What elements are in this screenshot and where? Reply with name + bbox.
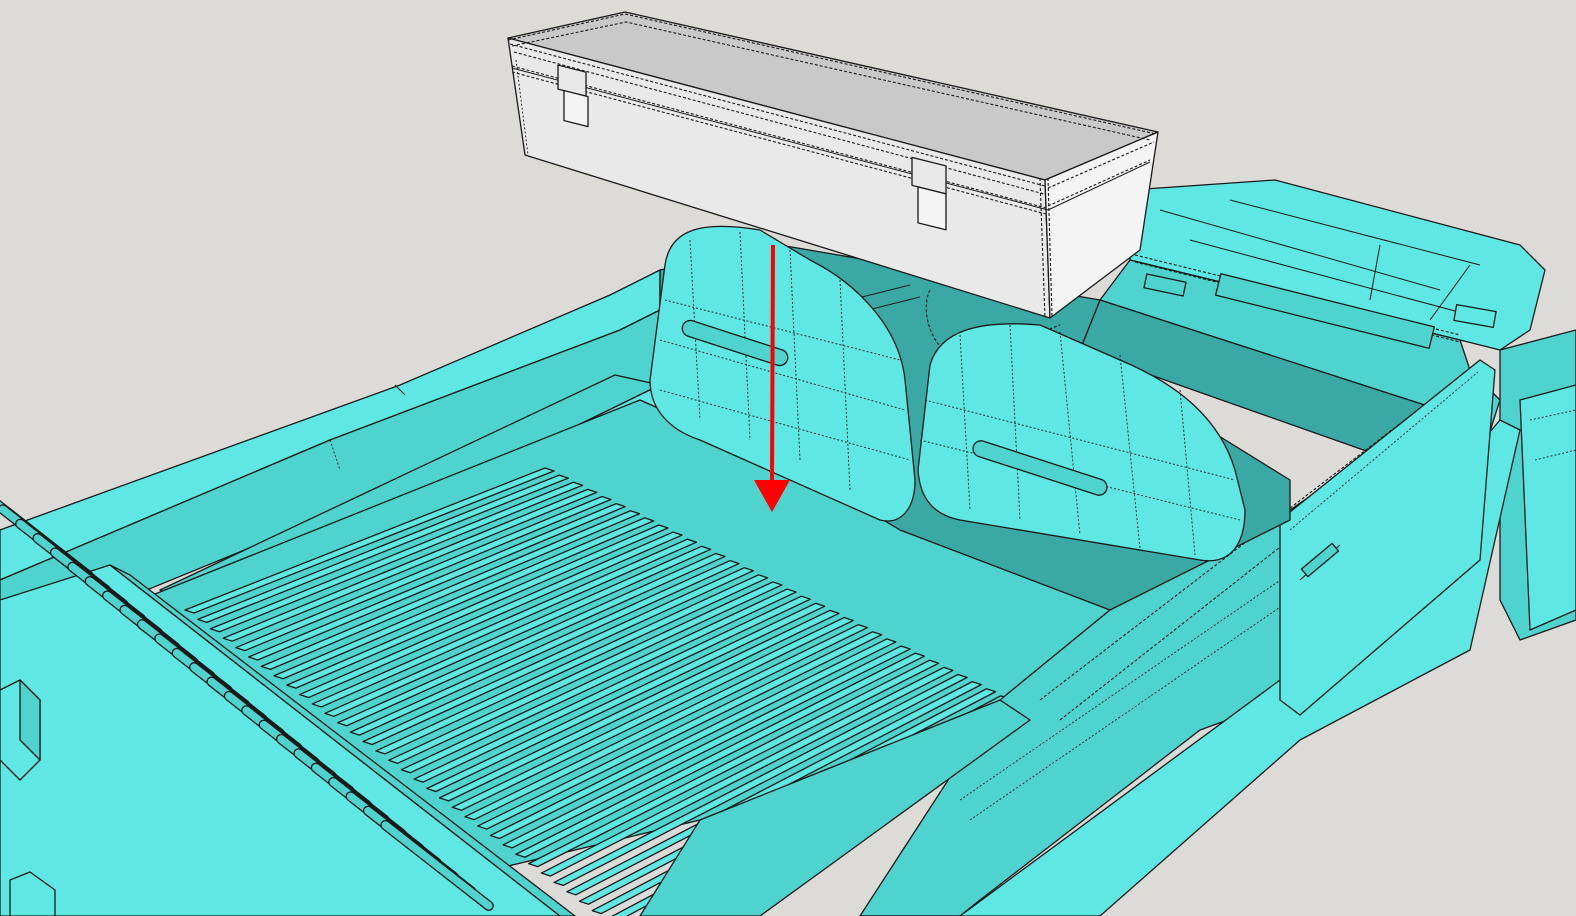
model-canvas[interactable]	[0, 0, 1576, 916]
sketchup-3d-viewport[interactable]	[0, 0, 1576, 916]
